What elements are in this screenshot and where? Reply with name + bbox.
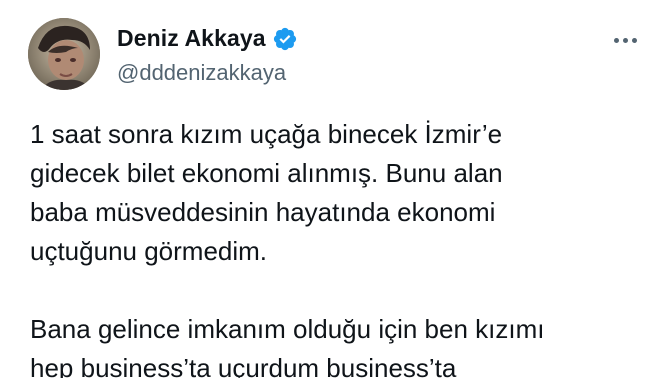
tweet-text: 1 saat sonra kızım uçağa binecek İzmir’e… <box>30 119 545 378</box>
tweet-card: Deniz Akkaya @dddenizakkaya 1 saat sonra… <box>0 0 672 378</box>
avatar[interactable] <box>28 18 100 90</box>
verified-badge-icon[interactable] <box>272 26 298 52</box>
avatar-image <box>28 18 100 90</box>
author-display-name[interactable]: Deniz Akkaya <box>117 25 266 52</box>
more-options-icon <box>613 37 637 43</box>
more-options-button[interactable] <box>608 26 642 54</box>
author-name-row: Deniz Akkaya <box>117 25 298 52</box>
author-handle[interactable]: @dddenizakkaya <box>117 60 286 86</box>
